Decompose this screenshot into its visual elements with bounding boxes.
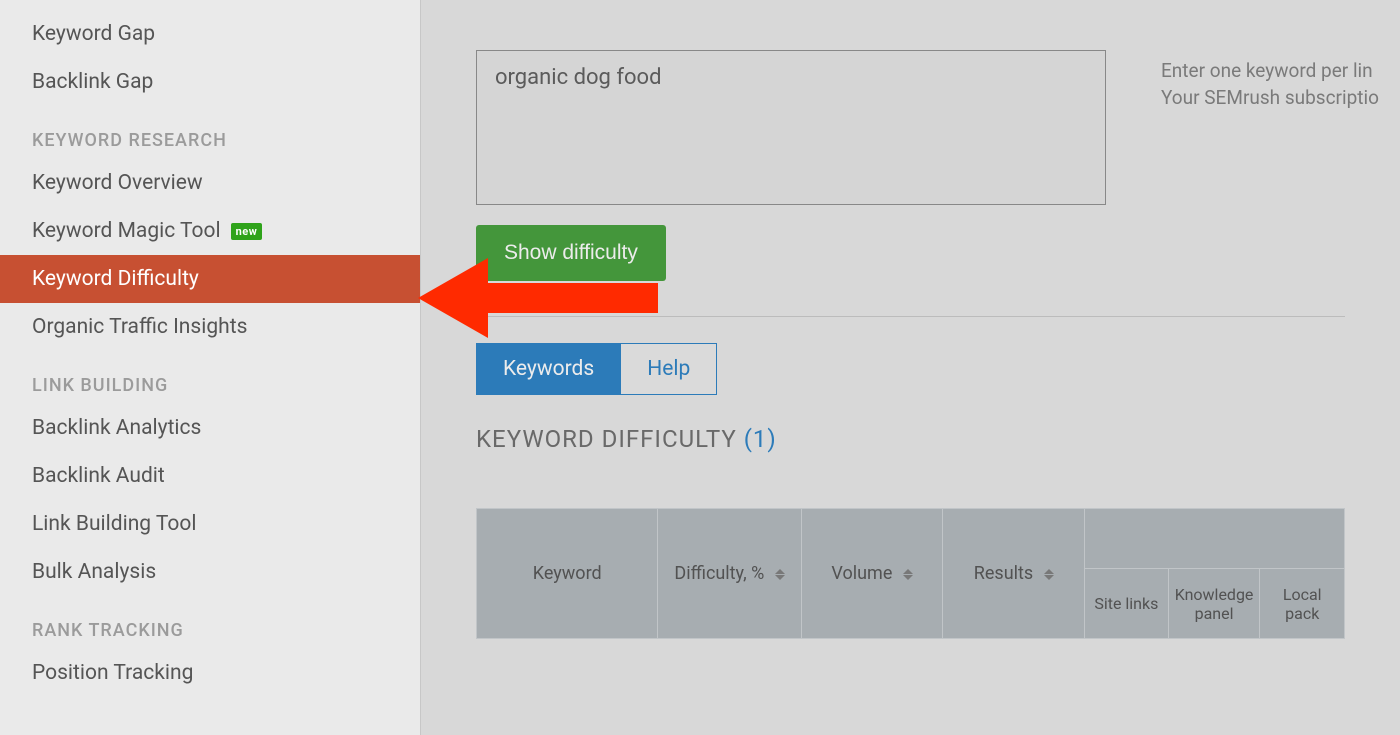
sort-icon — [1044, 569, 1054, 580]
sidebar-item-keyword-magic-tool[interactable]: Keyword Magic Tool new — [0, 207, 420, 255]
sidebar-item-link-building-tool[interactable]: Link Building Tool — [0, 500, 420, 548]
input-hint: Enter one keyword per lin Your SEMrush s… — [1161, 58, 1379, 111]
sort-icon — [903, 569, 913, 580]
section-title: KEYWORD DIFFICULTY (1) — [476, 425, 1345, 453]
sidebar-item-label: Link Building Tool — [32, 512, 196, 536]
section-title-count: (1) — [744, 425, 777, 453]
hint-line-2: Your SEMrush subscriptio — [1161, 86, 1379, 109]
sidebar-item-label: Keyword Difficulty — [32, 267, 199, 291]
sidebar-item-label: Organic Traffic Insights — [32, 315, 247, 339]
col-header-site-links[interactable]: Site links — [1084, 569, 1168, 639]
tab-row: Keywords Help — [476, 343, 1345, 395]
keyword-input[interactable] — [476, 50, 1106, 205]
sidebar-item-backlink-analytics[interactable]: Backlink Analytics — [0, 404, 420, 452]
sidebar-item-label: Keyword Gap — [32, 22, 155, 46]
col-header-serp-features-group — [1084, 509, 1344, 569]
sidebar-item-organic-traffic-insights[interactable]: Organic Traffic Insights — [0, 303, 420, 351]
sidebar-item-label: Bulk Analysis — [32, 560, 156, 584]
col-header-keyword[interactable]: Keyword — [477, 509, 658, 639]
sidebar-item-keyword-gap[interactable]: Keyword Gap — [0, 10, 420, 58]
sort-icon — [775, 569, 785, 580]
sidebar-nav: Keyword Gap Backlink Gap KEYWORD RESEARC… — [0, 0, 420, 735]
results-table: Keyword Difficulty, % Volume Results — [476, 508, 1345, 639]
show-difficulty-button[interactable]: Show difficulty — [476, 225, 666, 281]
sidebar-section-link-building: LINK BUILDING — [0, 351, 420, 404]
sidebar-item-label: Backlink Analytics — [32, 416, 201, 440]
sidebar-item-bulk-analysis[interactable]: Bulk Analysis — [0, 548, 420, 596]
sidebar-section-keyword-research: KEYWORD RESEARCH — [0, 106, 420, 159]
results-table-wrap: Keyword Difficulty, % Volume Results — [476, 508, 1345, 639]
section-title-text: KEYWORD DIFFICULTY — [476, 425, 744, 453]
col-header-volume[interactable]: Volume — [801, 509, 943, 639]
col-header-local-pack[interactable]: Local pack — [1260, 569, 1345, 639]
col-header-difficulty[interactable]: Difficulty, % — [658, 509, 801, 639]
sidebar-item-label: Backlink Audit — [32, 464, 165, 488]
sidebar-item-label: Backlink Gap — [32, 70, 153, 94]
sidebar-item-position-tracking[interactable]: Position Tracking — [0, 649, 420, 697]
main-content-area: Enter one keyword per lin Your SEMrush s… — [420, 0, 1400, 735]
sidebar-item-backlink-gap[interactable]: Backlink Gap — [0, 58, 420, 106]
sidebar-item-label: Keyword Overview — [32, 171, 203, 195]
col-header-results[interactable]: Results — [943, 509, 1085, 639]
tab-help[interactable]: Help — [620, 343, 717, 395]
section-divider — [476, 316, 1345, 317]
col-header-knowledge-panel[interactable]: Knowledge panel — [1168, 569, 1260, 639]
tab-keywords[interactable]: Keywords — [476, 343, 620, 395]
sidebar-item-keyword-difficulty[interactable]: Keyword Difficulty — [0, 255, 420, 303]
new-badge: new — [231, 223, 263, 240]
sidebar-item-label: Keyword Magic Tool — [32, 219, 221, 243]
sidebar-item-label: Position Tracking — [32, 661, 193, 685]
sidebar-item-keyword-overview[interactable]: Keyword Overview — [0, 159, 420, 207]
sidebar-section-rank-tracking: RANK TRACKING — [0, 596, 420, 649]
hint-line-1: Enter one keyword per lin — [1161, 59, 1373, 82]
sidebar-item-backlink-audit[interactable]: Backlink Audit — [0, 452, 420, 500]
